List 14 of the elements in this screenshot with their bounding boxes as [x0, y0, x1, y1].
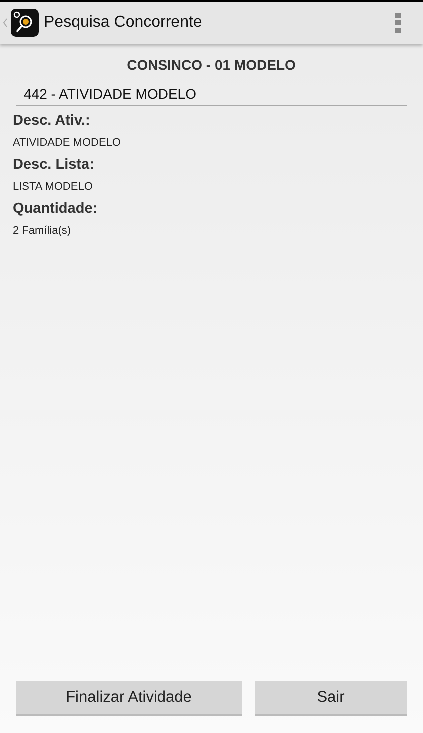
finish-button[interactable]: Finalizar Atividade	[16, 681, 242, 716]
back-icon[interactable]	[3, 18, 8, 28]
detail-value: LISTA MODELO	[13, 181, 94, 194]
detail-value: 2 Família(s)	[13, 225, 72, 238]
exit-button[interactable]: Sair	[255, 681, 407, 716]
store-heading: CONSINCO - 01 MODELO	[126, 56, 297, 75]
detail-value: ATIVIDADE MODELO	[13, 137, 122, 150]
detail-label: Desc. Ativ.:	[13, 113, 92, 131]
detail-label: Desc. Lista:	[13, 157, 96, 175]
detail-label: Quantidade:	[13, 201, 99, 219]
overflow-menu-icon[interactable]	[395, 13, 401, 33]
app-title: Pesquisa Concorrente	[44, 14, 204, 32]
magnifier-logo-icon	[11, 9, 39, 37]
activity-field[interactable]: 442 - ATIVIDADE MODELO	[16, 82, 407, 106]
